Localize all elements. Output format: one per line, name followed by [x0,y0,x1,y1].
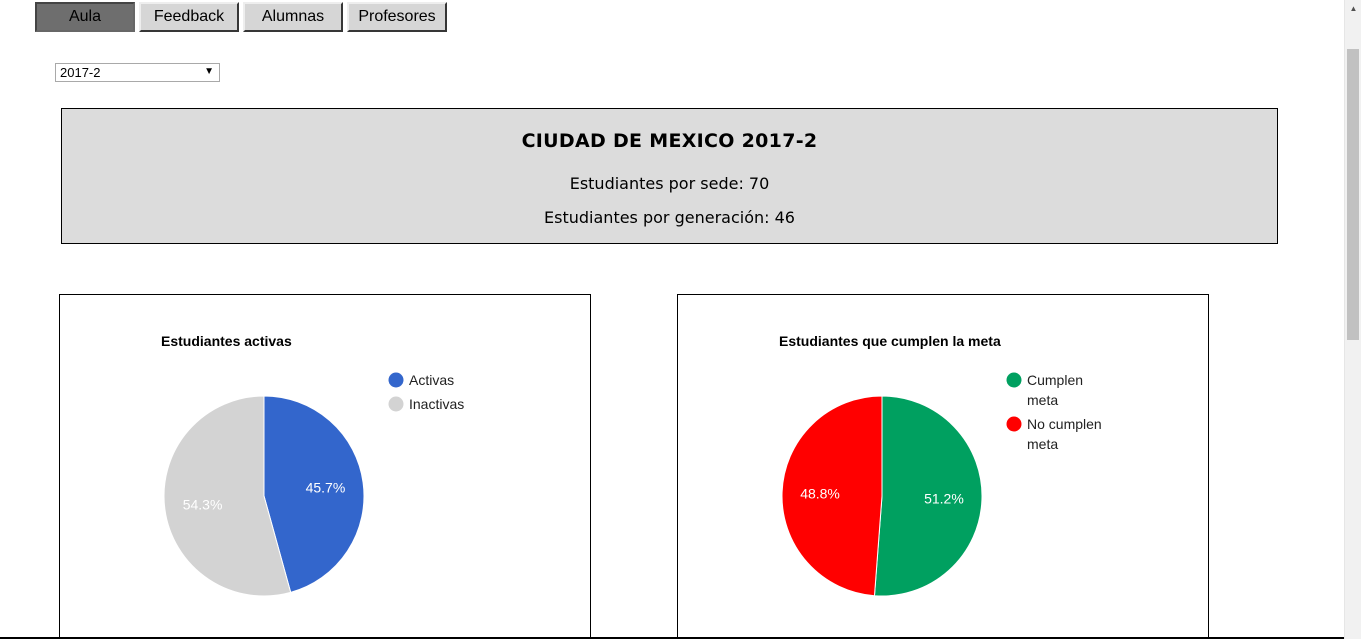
scrollbar-thumb[interactable] [1347,49,1359,340]
slice-percent-label: 51.2% [924,490,964,506]
students-by-campus: Estudiantes por sede: 70 [569,174,770,193]
tab-feedback[interactable]: Feedback [139,2,239,32]
legend-swatch [1006,372,1022,388]
students-by-generation: Estudiantes por generación: 46 [544,208,795,227]
legend-swatch [388,372,404,388]
generation-select-value: 2017-2 [60,65,101,80]
legend-label[interactable]: No cumplen meta [1027,416,1102,452]
vertical-scrollbar[interactable]: ▲ [1344,0,1361,639]
scroll-up-arrow-icon[interactable]: ▲ [1345,0,1361,17]
legend-label[interactable]: Inactivas [409,396,464,412]
summary-panel: CIUDAD DE MEXICO 2017-2 Estudiantes por … [61,108,1278,244]
goal-students-chart: Estudiantes que cumplen la meta 51.2% 48.8… [779,333,1102,597]
legend-label[interactable]: Activas [409,372,454,388]
summary-title: CIUDAD DE MEXICO 2017-2 [521,130,818,152]
tab-profesores[interactable]: Profesores [347,2,447,32]
active-students-chart-card: Estudiantes activas 45.7% 54.3% Activas Inac… [59,294,591,639]
tab-bar: Aula Feedback Alumnas Profesores [35,2,447,32]
dashboard-viewport: Aula Feedback Alumnas Profesores 2017-2 … [0,0,1361,639]
slice-percent-label: 45.7% [306,480,346,496]
tab-alumnas[interactable]: Alumnas [243,2,343,32]
slice-percent-label: 48.8% [800,486,840,502]
chart-title: Estudiantes que cumplen la meta [779,333,1001,349]
legend-swatch [1006,416,1022,432]
active-students-chart: Estudiantes activas 45.7% 54.3% Activas Inac… [161,333,464,597]
generation-select[interactable]: 2017-2 ▼ [55,63,220,82]
dropdown-arrow-icon: ▼ [204,66,214,77]
legend-label[interactable]: Cumplen meta [1027,372,1083,408]
tab-aula[interactable]: Aula [35,2,135,32]
slice-percent-label: 54.3% [183,496,223,512]
goal-students-chart-card: Estudiantes que cumplen la meta 51.2% 48.8… [677,294,1209,639]
legend-swatch [388,396,404,412]
chart-title: Estudiantes activas [161,333,292,349]
